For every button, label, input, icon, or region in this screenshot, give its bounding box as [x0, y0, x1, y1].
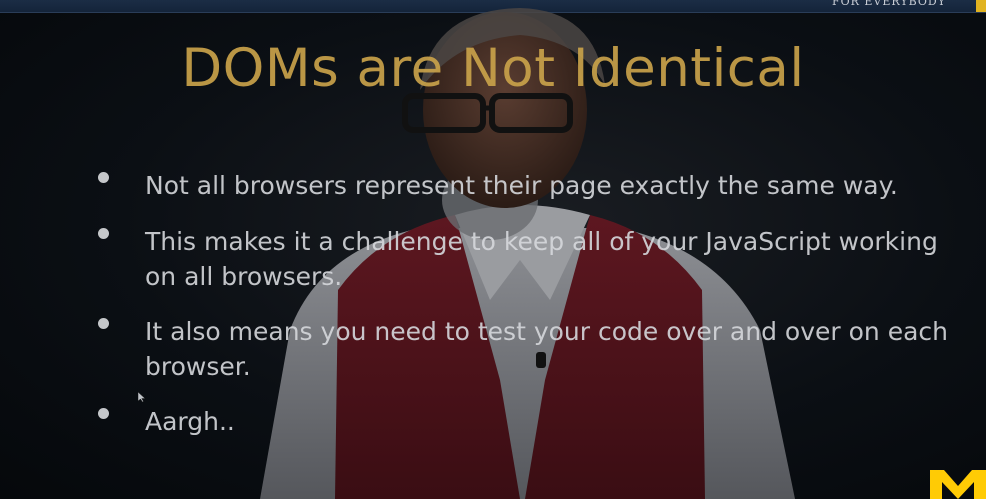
bullet-list: Not all browsers represent their page ex…	[96, 168, 966, 439]
bullet-text: It also means you need to test your code…	[145, 317, 948, 381]
block-m-logo-icon	[930, 470, 986, 499]
bullet-text: Not all browsers represent their page ex…	[145, 171, 898, 200]
header-accent	[976, 0, 986, 12]
mouse-cursor-icon	[138, 392, 146, 402]
bullet-dot-icon	[98, 408, 109, 419]
bullet-text: This makes it a challenge to keep all of…	[145, 227, 938, 291]
bullet-item: It also means you need to test your code…	[96, 314, 966, 384]
bullet-dot-icon	[98, 228, 109, 239]
bullet-item: Aargh..	[96, 404, 966, 439]
header-right-text: FOR EVERYBODY	[831, 0, 946, 8]
bullet-dot-icon	[98, 172, 109, 183]
video-frame: FOR EVERYBODY DOMs are Not Identical Not…	[0, 0, 986, 499]
bullet-item: Not all browsers represent their page ex…	[96, 168, 966, 203]
bullet-dot-icon	[98, 318, 109, 329]
slide-title: DOMs are Not Identical	[181, 38, 805, 99]
bullet-text: Aargh..	[145, 407, 235, 436]
bullet-item: This makes it a challenge to keep all of…	[96, 224, 966, 294]
